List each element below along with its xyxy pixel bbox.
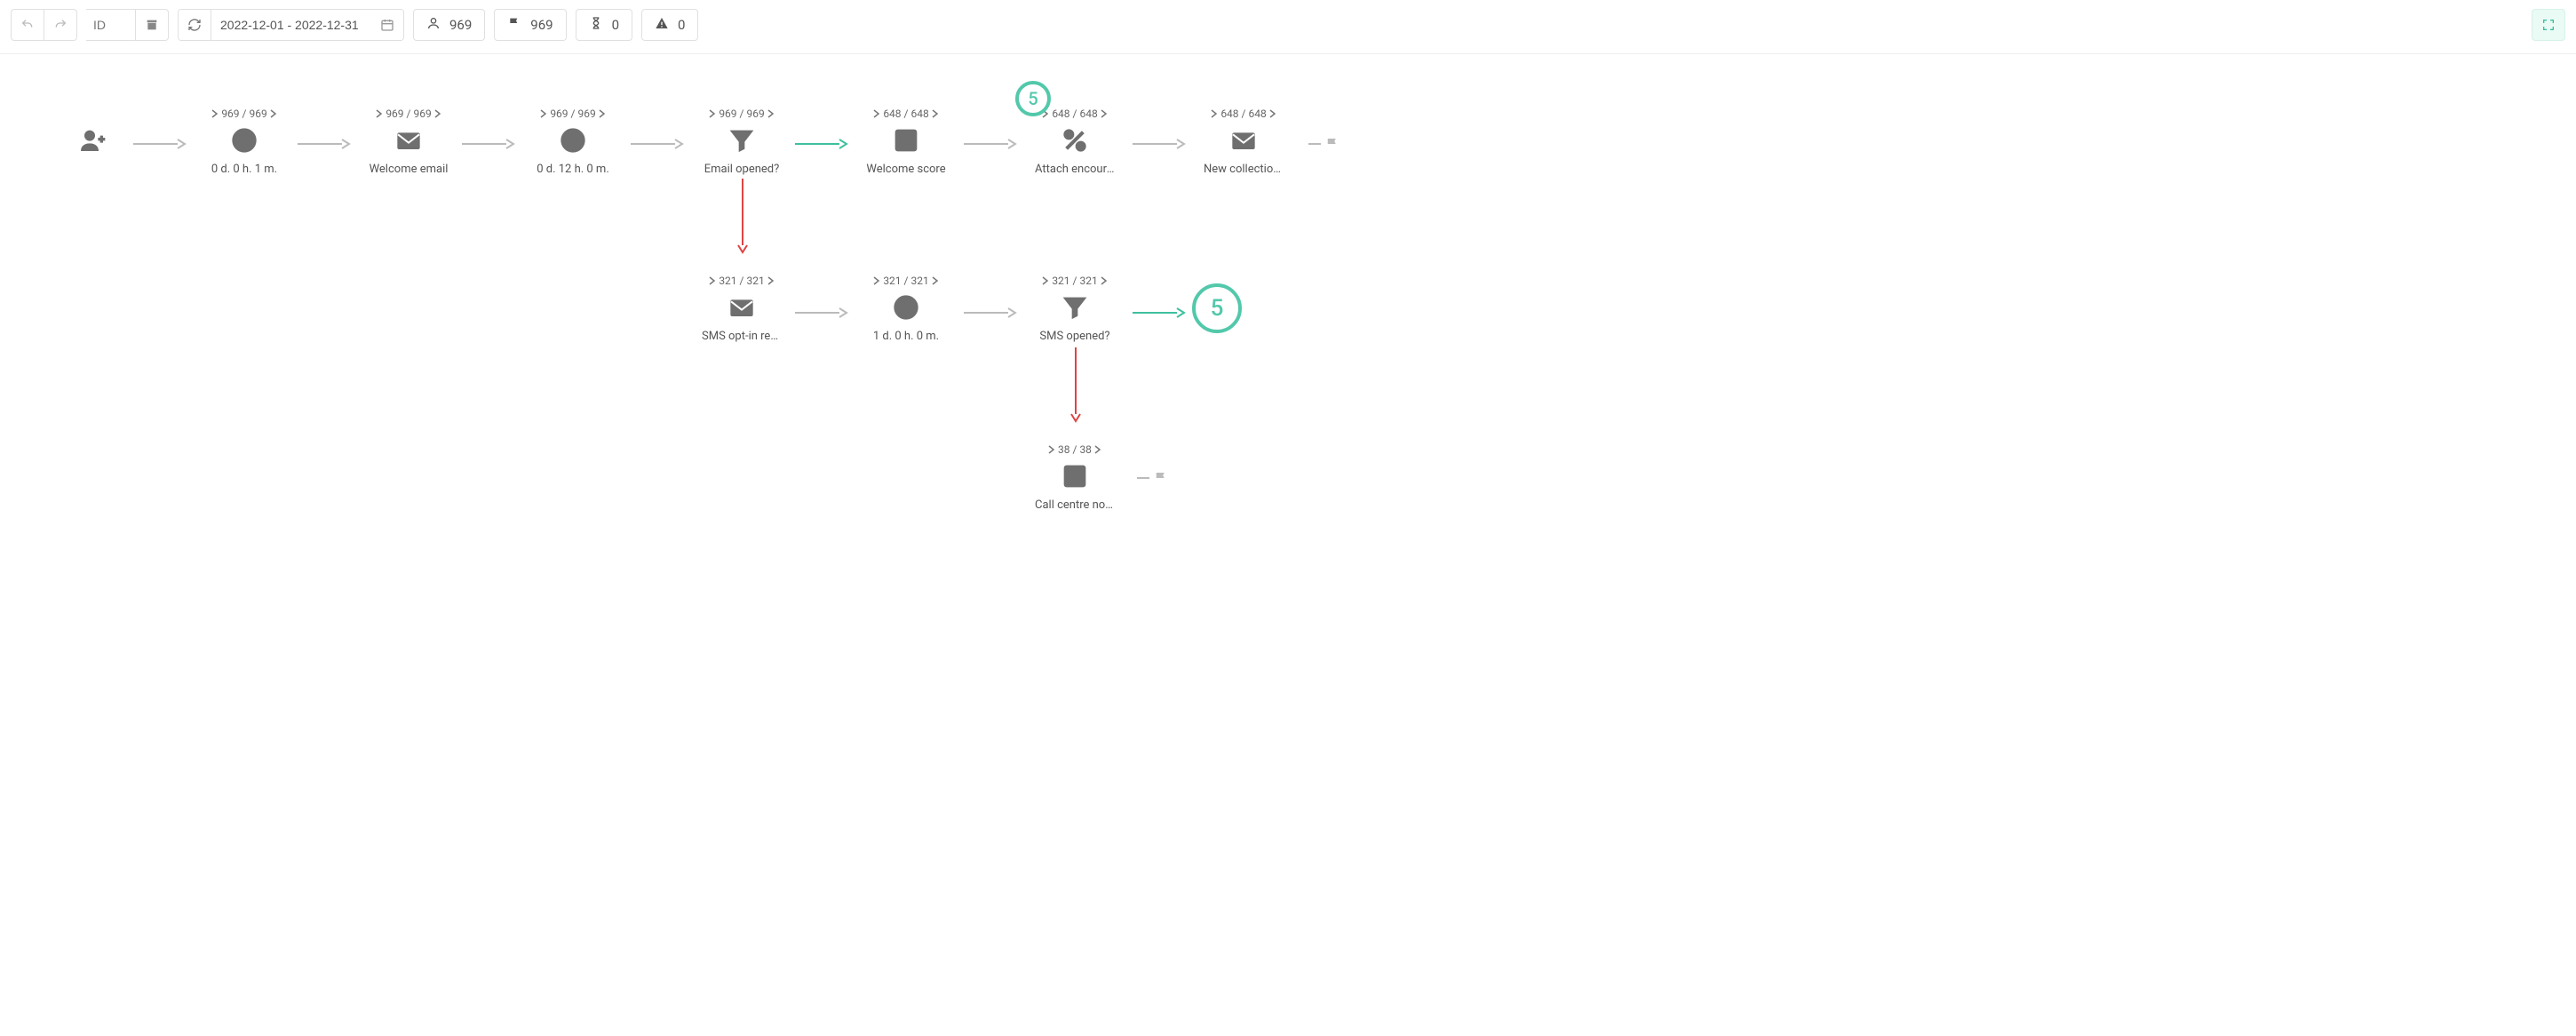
node-label: 0 d. 0 h. 1 m. (211, 163, 277, 176)
priority-badge-big: 5 (1192, 283, 1242, 333)
clock-icon (892, 292, 920, 323)
node-call-centre[interactable]: 38 / 38 Call centre notification (1035, 443, 1115, 512)
connector (298, 136, 351, 153)
stat-value: 969 (449, 17, 472, 33)
node-label: 1 d. 0 h. 0 m. (873, 330, 939, 343)
node-welcome-email[interactable]: 969 / 969 Welcome email (369, 108, 449, 176)
node-welcome-score[interactable]: 648 / 648 Welcome score (866, 108, 946, 176)
user-plus-icon (79, 125, 107, 155)
warning-icon (655, 16, 669, 34)
node-label: Welcome email (370, 163, 449, 176)
stat-value: 969 (530, 17, 553, 33)
node-new-collection[interactable]: 648 / 648 New collection email (1204, 108, 1284, 176)
stat-waiting[interactable]: 0 (576, 9, 632, 41)
connector-no (1070, 347, 1081, 426)
connector (631, 136, 684, 153)
node-delay-3[interactable]: 321 / 321 1 d. 0 h. 0 m. (866, 275, 946, 343)
priority-badge: 5 (1015, 81, 1051, 116)
stat-value: 0 (678, 17, 685, 33)
funnel-icon (1061, 292, 1089, 323)
node-label: Email opened? (704, 163, 780, 176)
node-label: SMS opt-in reminder (702, 330, 782, 343)
stat-completed[interactable]: 969 (494, 9, 566, 41)
node-label: Attach encouragement coupon (1035, 163, 1115, 176)
funnel-icon (727, 125, 756, 155)
connector-no (737, 179, 748, 258)
redo-button[interactable] (44, 9, 77, 41)
connector (1133, 136, 1186, 153)
connector (795, 305, 848, 322)
external-link-icon (1061, 461, 1089, 491)
refresh-button[interactable] (179, 9, 211, 41)
node-coupon[interactable]: 648 / 648 Attach encouragement coupon (1035, 108, 1115, 176)
connector-yes (795, 136, 848, 153)
date-range-group (178, 9, 404, 41)
workflow-canvas[interactable]: . 969 / 969 0 d. 0 h. 1 m. 969 / 969 Wel… (0, 54, 2576, 552)
node-sms-optin[interactable]: 321 / 321 SMS opt-in reminder (702, 275, 782, 343)
toolbar: 969 969 0 0 (0, 0, 2576, 54)
date-range-input[interactable] (211, 9, 371, 41)
end-flag (1137, 470, 1169, 486)
node-delay-1[interactable]: 969 / 969 0 d. 0 h. 1 m. (204, 108, 284, 176)
user-icon (426, 16, 441, 34)
connector (964, 305, 1017, 322)
fullscreen-button[interactable] (2532, 9, 2565, 41)
node-delay-2[interactable]: 969 / 969 0 d. 12 h. 0 m. (533, 108, 613, 176)
node-email-opened[interactable]: 969 / 969 Email opened? (702, 108, 782, 176)
start-node[interactable]: . (53, 108, 133, 176)
connector (133, 136, 187, 153)
stat-errors[interactable]: 0 (641, 9, 698, 41)
envelope-icon (394, 125, 423, 155)
undo-button[interactable] (11, 9, 44, 41)
stat-participants[interactable]: 969 (413, 9, 485, 41)
node-label: Call centre notification (1035, 498, 1115, 512)
calendar-button[interactable] (371, 9, 403, 41)
envelope-icon (1229, 125, 1258, 155)
connector-yes (1133, 305, 1186, 322)
archive-button[interactable] (135, 9, 169, 41)
stat-value: 0 (612, 17, 619, 33)
clock-icon (230, 125, 258, 155)
percent-icon (1061, 125, 1089, 155)
connector (462, 136, 515, 153)
node-label: SMS opened? (1039, 330, 1109, 343)
end-flag (1308, 136, 1340, 152)
node-sms-opened[interactable]: 321 / 321 SMS opened? (1035, 275, 1115, 343)
id-input[interactable] (86, 9, 136, 41)
connector (964, 136, 1017, 153)
hourglass-icon (589, 16, 603, 34)
node-label: 0 d. 12 h. 0 m. (537, 163, 609, 176)
node-label: New collection email (1204, 163, 1284, 176)
clock-icon (559, 125, 587, 155)
flag-icon (507, 16, 521, 34)
node-label: Welcome score (866, 163, 945, 176)
edit-icon (892, 125, 920, 155)
envelope-icon (727, 292, 756, 323)
